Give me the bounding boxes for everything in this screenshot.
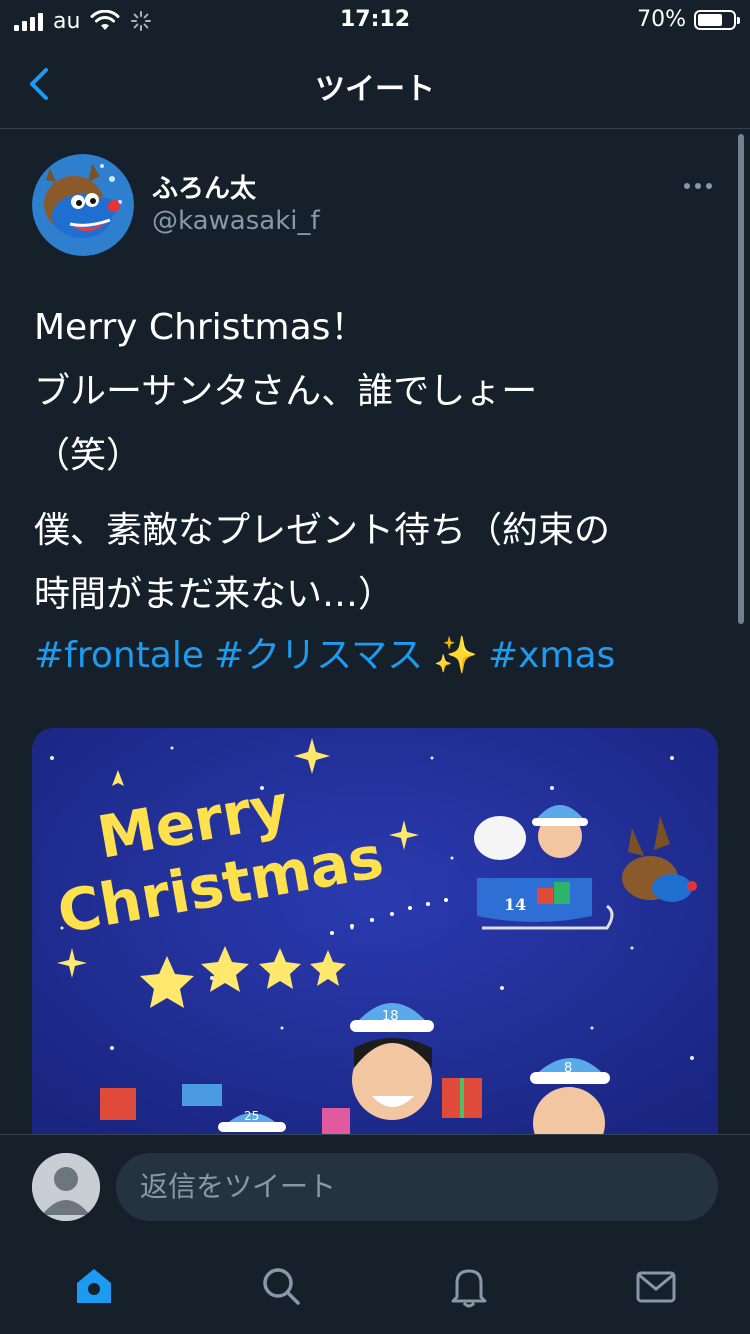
hashtag-link[interactable]: #クリスマス xyxy=(214,635,423,676)
tab-home[interactable] xyxy=(66,1258,122,1314)
hat-number: 18 xyxy=(382,1009,399,1024)
hashtag-link[interactable]: #xmas xyxy=(488,635,615,676)
more-dot xyxy=(706,183,712,189)
home-icon xyxy=(77,1269,111,1303)
tab-bar xyxy=(0,1238,750,1334)
tab-messages[interactable] xyxy=(628,1258,684,1314)
tweet-text-paragraph-2: 僕、素敵なプレゼント待ち（約束の 時間がまだ来ない…） xyxy=(34,499,724,627)
battery-icon xyxy=(694,9,740,30)
reply-input[interactable]: 返信をツイート xyxy=(116,1153,718,1221)
page-title: ツイート xyxy=(315,72,435,107)
hashtag-link[interactable]: #frontale xyxy=(34,635,204,676)
tab-notifications[interactable] xyxy=(441,1258,497,1314)
sleigh-number: 14 xyxy=(504,895,526,914)
author-handle[interactable]: @kawasaki_f xyxy=(152,206,320,236)
more-options-button[interactable] xyxy=(684,176,716,196)
author-display-name[interactable]: ふろん太 xyxy=(152,168,256,205)
more-horizontal-icon xyxy=(684,183,690,189)
tweet-text-line: （笑） xyxy=(34,435,143,476)
default-avatar-icon xyxy=(32,1153,100,1221)
author-avatar[interactable] xyxy=(32,154,134,256)
battery-level xyxy=(698,13,722,26)
nav-header: ツイート xyxy=(0,40,750,129)
tab-search[interactable] xyxy=(253,1258,309,1314)
christmas-illustration: Merry Christmas 14 18 8 25 xyxy=(32,728,718,1148)
tweet-media-image[interactable]: Merry Christmas 14 18 8 25 xyxy=(32,728,718,1148)
hat-number: 25 xyxy=(244,1109,259,1123)
tweet-text-line: ブルーサンタさん、誰でしょー xyxy=(34,371,538,412)
bell-icon xyxy=(451,1269,487,1308)
mascot-avatar-image xyxy=(32,154,134,256)
more-dot xyxy=(695,183,701,189)
tweet-text-line: 僕、素敵なプレゼント待ち（約束の xyxy=(34,510,611,551)
sparkle-emoji: ✨ xyxy=(433,635,478,676)
tweet-text-line: 時間がまだ来ない…） xyxy=(34,574,395,615)
mail-icon xyxy=(636,1271,676,1303)
search-icon xyxy=(263,1268,300,1305)
scrollbar[interactable] xyxy=(738,134,744,624)
hashtag-row: #frontale #クリスマス ✨ #xmas xyxy=(34,624,625,688)
tweet-text-line: Merry Christmas！ xyxy=(34,307,367,348)
tweet-text-paragraph-1: Merry Christmas！ ブルーサンタさん、誰でしょー （笑） xyxy=(34,296,724,488)
battery-percent: 70% xyxy=(637,7,686,32)
status-right: 70% xyxy=(637,7,740,32)
status-bar: au 17:12 70% xyxy=(0,0,750,40)
user-avatar[interactable] xyxy=(32,1153,100,1221)
hat-number: 8 xyxy=(564,1061,572,1076)
reply-bar: 返信をツイート xyxy=(0,1134,750,1239)
